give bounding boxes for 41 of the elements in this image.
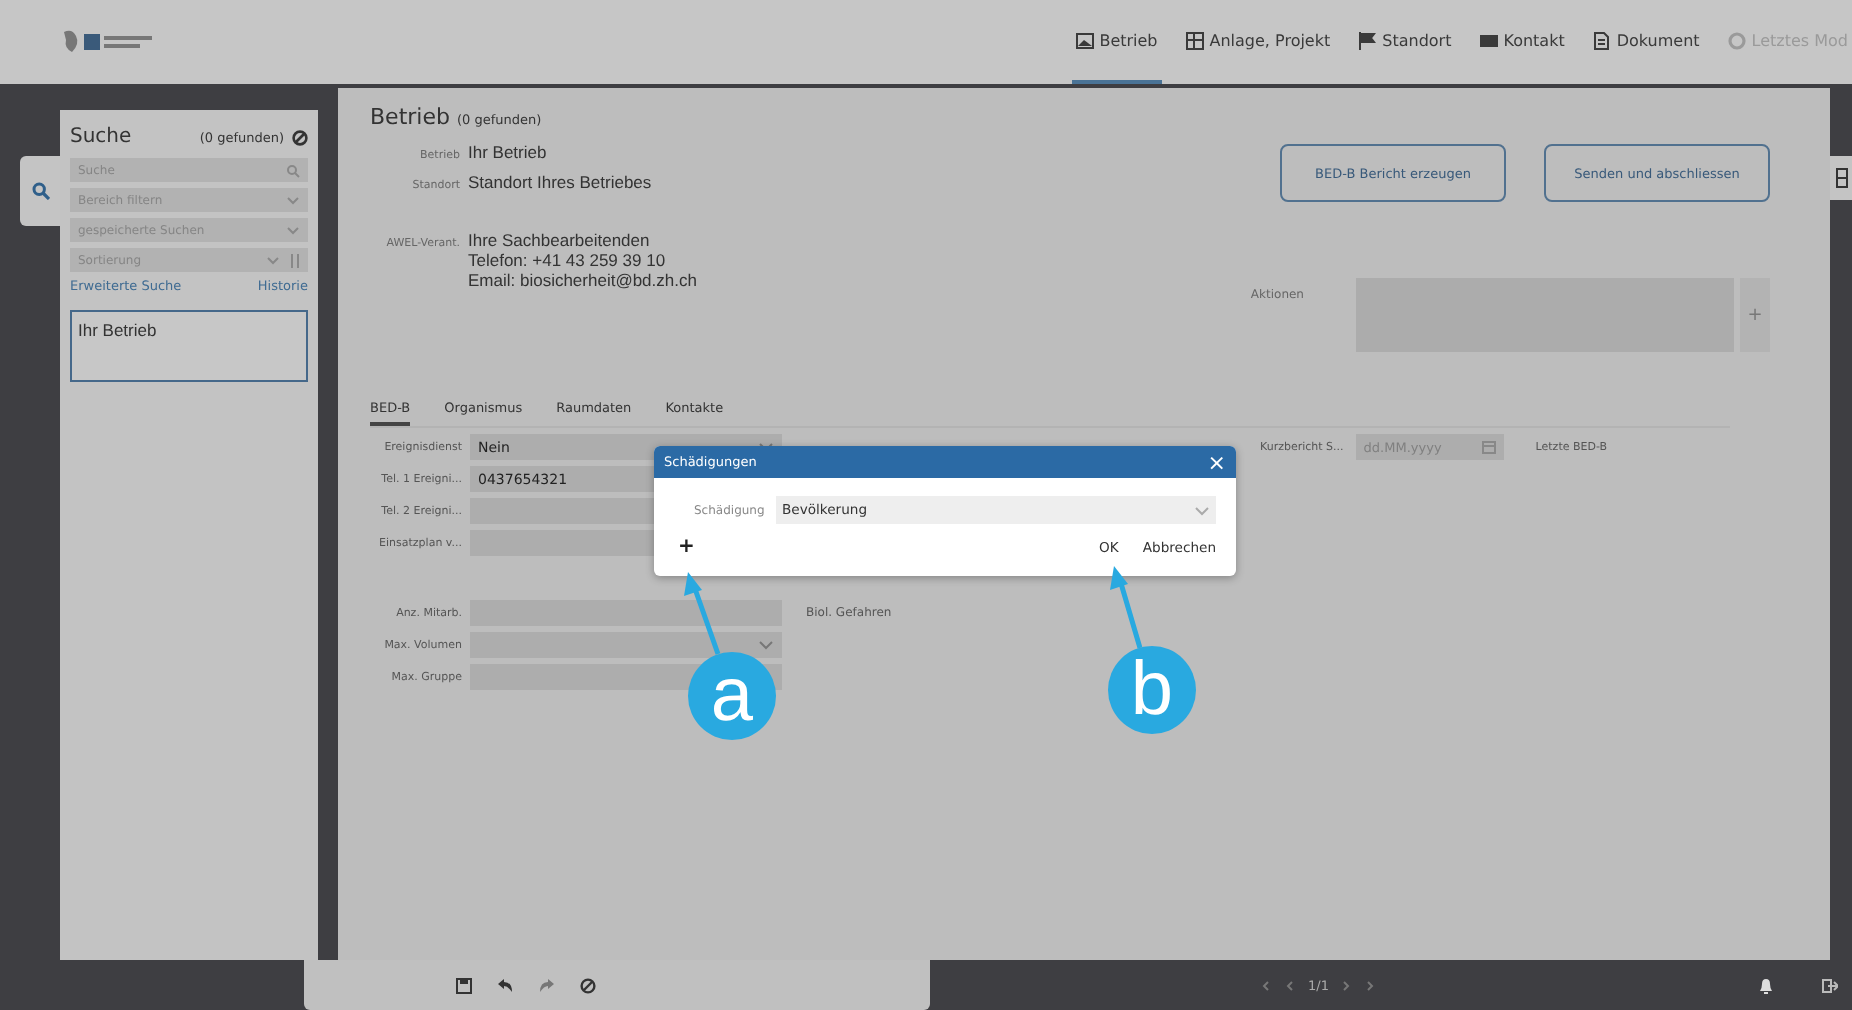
calendar-icon	[1481, 440, 1496, 454]
field-value: Telefon: +41 43 259 39 10	[468, 250, 668, 270]
field-value: Ihre Sachbearbeitenden	[468, 230, 652, 250]
last-page-icon[interactable]	[1364, 979, 1377, 991]
undo-icon[interactable]	[496, 977, 514, 993]
search-icon	[31, 182, 49, 200]
sort-icon	[290, 253, 300, 267]
previous-page-icon[interactable]	[1284, 979, 1296, 991]
document-icon	[1592, 31, 1611, 49]
envelope-icon	[1479, 31, 1498, 49]
add-button[interactable]: +	[678, 536, 695, 558]
nav-tab[interactable]: Anlage, Projekt	[1181, 0, 1335, 84]
flag-icon	[1358, 31, 1377, 49]
list-icon	[1835, 168, 1847, 188]
input-field[interactable]	[470, 600, 782, 626]
result-item[interactable]: Ihr Betrieb	[70, 310, 308, 382]
cancel-icon[interactable]	[580, 977, 596, 993]
dropdown-field[interactable]	[470, 632, 782, 658]
redo-icon[interactable]	[538, 977, 556, 993]
field-value: Ihr Betrieb	[468, 142, 549, 162]
panel-title: Suche	[70, 126, 134, 148]
field-value: Email: biosicherheit@bd.zh.ch	[468, 270, 697, 290]
close-button[interactable]: ×	[1207, 451, 1226, 473]
search-icon	[286, 163, 300, 177]
nav-tab[interactable]: Dokument	[1588, 0, 1704, 84]
callout-arrow	[1110, 566, 1143, 649]
search-tab[interactable]	[20, 156, 60, 226]
nav-tab[interactable]: Kontakt	[1475, 0, 1569, 84]
side-tab[interactable]	[1830, 156, 1852, 200]
callout-arrow	[684, 572, 721, 655]
nav-tab[interactable]: Betrieb	[1071, 0, 1162, 84]
nav-tab[interactable]: Standort	[1354, 0, 1456, 84]
clear-icon[interactable]	[292, 129, 308, 145]
first-page-icon[interactable]	[1260, 979, 1272, 991]
next-page-icon[interactable]	[1340, 979, 1353, 991]
floor-plan-icon	[1185, 31, 1204, 49]
picture-icon	[1075, 31, 1094, 49]
bell-icon[interactable]	[1758, 977, 1775, 993]
save-icon[interactable]	[456, 977, 472, 993]
logout-icon[interactable]	[1822, 977, 1839, 993]
field-value: Standort Ihres Betriebes	[468, 172, 654, 192]
